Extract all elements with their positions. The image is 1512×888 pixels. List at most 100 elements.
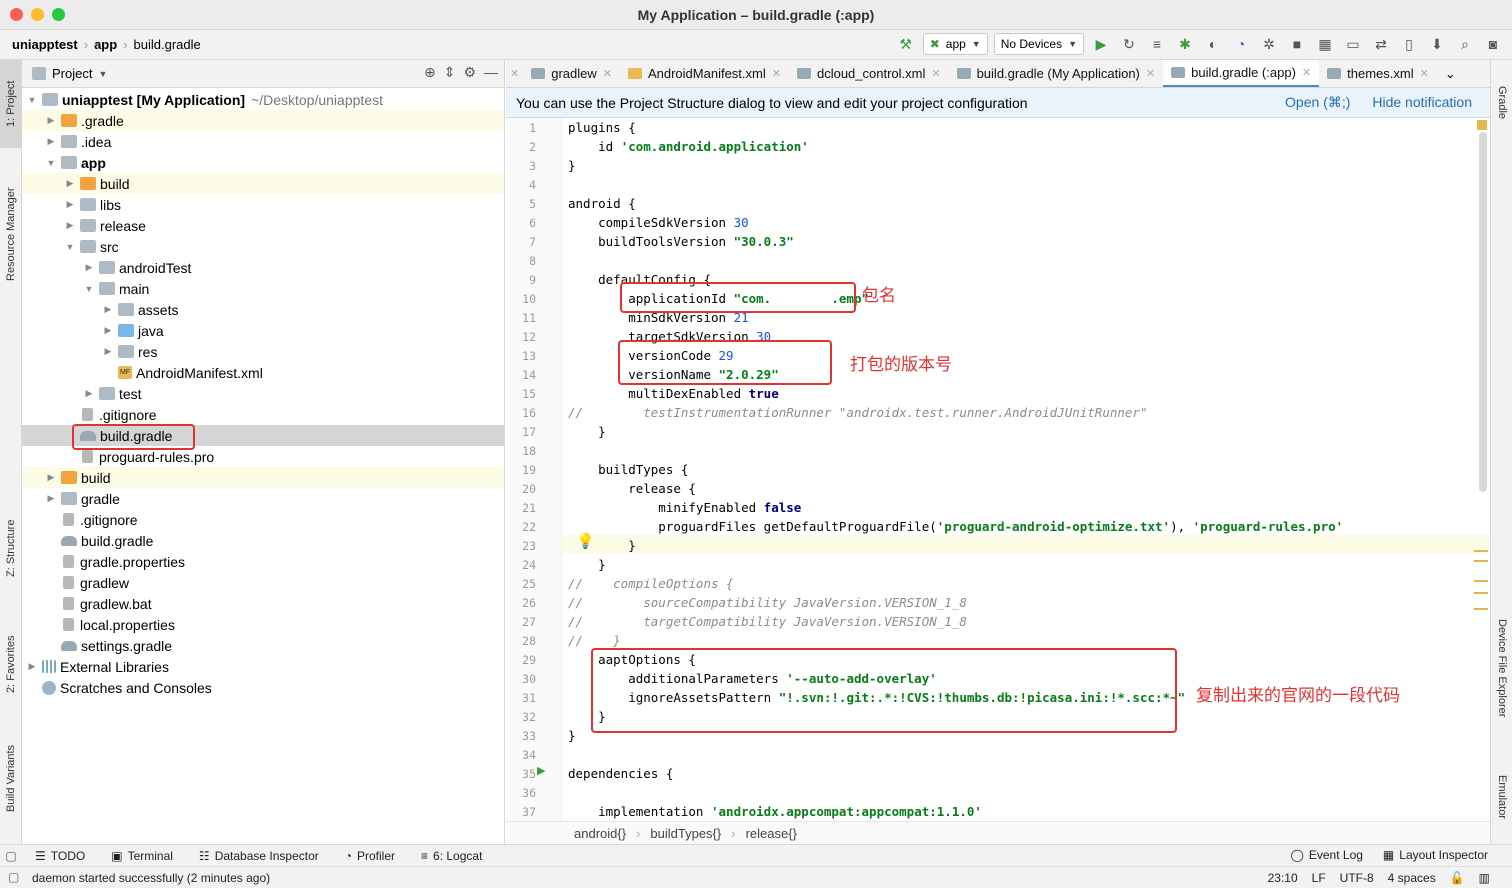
tree-item[interactable]: ▼ src bbox=[22, 236, 504, 257]
hammer-icon[interactable]: ⚒ bbox=[895, 33, 917, 55]
code-line[interactable]: buildTypes { bbox=[568, 460, 688, 479]
tab-todo[interactable]: ☰ TODO bbox=[22, 849, 98, 863]
tab-database-inspector[interactable]: ☷ Database Inspector bbox=[186, 849, 332, 863]
tree-item[interactable]: ▼ app bbox=[22, 152, 504, 173]
open-project-structure-link[interactable]: Open (⌘;) bbox=[1285, 94, 1350, 111]
warning-marker[interactable] bbox=[1474, 592, 1488, 594]
code-line[interactable]: // testInstrumentationRunner "androidx.t… bbox=[568, 403, 1147, 422]
chevron-down-icon[interactable]: ▼ bbox=[98, 69, 107, 79]
device-select[interactable]: No Devices ▼ bbox=[993, 33, 1084, 55]
tree-item[interactable]: local.properties bbox=[22, 614, 504, 635]
tree-item[interactable]: gradle.properties bbox=[22, 551, 504, 572]
tree-item[interactable]: build.gradle bbox=[22, 530, 504, 551]
collapse-all-icon[interactable]: ⇕ bbox=[444, 64, 456, 81]
tree-item[interactable]: MF AndroidManifest.xml bbox=[22, 362, 504, 383]
tree-item[interactable]: ▼ main bbox=[22, 278, 504, 299]
indent-setting[interactable]: 4 spaces bbox=[1388, 871, 1436, 885]
tree-item[interactable]: .gitignore bbox=[22, 404, 504, 425]
tree-item[interactable]: ▶ res bbox=[22, 341, 504, 362]
code-line[interactable]: buildToolsVersion "30.0.3" bbox=[568, 232, 794, 251]
code-line[interactable]: // compileOptions { bbox=[568, 574, 734, 593]
panel-toggle-icon[interactable]: ▢ bbox=[8, 870, 19, 884]
stop-icon[interactable]: ■ bbox=[1286, 33, 1308, 55]
close-tab-icon[interactable]: ✕ bbox=[931, 67, 940, 80]
apply-changes-icon[interactable]: ≡ bbox=[1146, 33, 1168, 55]
editor-tab[interactable]: AndroidManifest.xml ✕ bbox=[620, 60, 789, 87]
code-line[interactable]: // targetCompatibility JavaVersion.VERSI… bbox=[568, 612, 967, 631]
search-icon[interactable]: ⌕ bbox=[1454, 33, 1476, 55]
tab-project-tool[interactable]: 1: Project bbox=[0, 60, 22, 148]
project-view-select[interactable]: Project bbox=[52, 66, 92, 81]
tree-item[interactable]: ▶ assets bbox=[22, 299, 504, 320]
project-structure-icon[interactable]: ▦ bbox=[1314, 33, 1336, 55]
tree-item[interactable]: settings.gradle bbox=[22, 635, 504, 656]
warning-marker[interactable] bbox=[1474, 550, 1488, 552]
collapsed-arrow-icon[interactable]: ▶ bbox=[83, 262, 95, 273]
attach-debugger-icon[interactable]: ✲ bbox=[1258, 33, 1280, 55]
minimize-window-button[interactable] bbox=[31, 8, 44, 21]
close-tab-icon[interactable]: ✕ bbox=[1302, 66, 1311, 79]
tree-item[interactable]: ▶ test bbox=[22, 383, 504, 404]
memory-indicator-icon[interactable]: ▥ bbox=[1479, 871, 1490, 885]
line-separator[interactable]: LF bbox=[1312, 871, 1326, 885]
run-icon[interactable]: ▶ bbox=[1090, 33, 1112, 55]
expanded-arrow-icon[interactable]: ▼ bbox=[45, 158, 57, 168]
run-gutter-icon[interactable]: ▶ bbox=[537, 764, 545, 777]
sdk-manager-icon[interactable]: ⬇ bbox=[1426, 33, 1448, 55]
code-line[interactable]: release { bbox=[568, 479, 696, 498]
code-line[interactable]: } bbox=[568, 156, 576, 175]
toggle-tool-windows-icon[interactable]: ▢ bbox=[0, 849, 22, 863]
lock-icon[interactable]: 🔓 bbox=[1450, 871, 1465, 885]
tree-item[interactable]: ▶ java bbox=[22, 320, 504, 341]
tree-item[interactable]: ▶ .gradle bbox=[22, 110, 504, 131]
code-breadcrumb-buildtypes[interactable]: buildTypes{} bbox=[650, 826, 721, 841]
expanded-arrow-icon[interactable]: ▼ bbox=[64, 242, 76, 252]
tree-item[interactable]: ▶ build bbox=[22, 467, 504, 488]
code-line[interactable]: plugins { bbox=[568, 118, 636, 137]
run-config-select[interactable]: ✖ app ▼ bbox=[922, 33, 988, 55]
code-line[interactable]: multiDexEnabled true bbox=[568, 384, 779, 403]
collapsed-arrow-icon[interactable]: ▶ bbox=[64, 199, 76, 210]
warning-marker[interactable] bbox=[1474, 608, 1488, 610]
code-line[interactable]: // sourceCompatibility JavaVersion.VERSI… bbox=[568, 593, 967, 612]
coverage-icon[interactable]: ◐ bbox=[1202, 33, 1224, 55]
editor-tab[interactable]: gradlew ✕ bbox=[523, 60, 620, 87]
code-breadcrumb-android[interactable]: android{} bbox=[574, 826, 626, 841]
code-line[interactable]: implementation 'androidx.appcompat:appco… bbox=[568, 802, 982, 821]
tab-structure[interactable]: Z: Structure bbox=[0, 500, 22, 596]
tree-item[interactable]: ▶ External Libraries bbox=[22, 656, 504, 677]
collapsed-arrow-icon[interactable]: ▶ bbox=[102, 346, 114, 357]
tree-item[interactable]: ▶ libs bbox=[22, 194, 504, 215]
tab-terminal[interactable]: ▣ Terminal bbox=[98, 849, 186, 863]
rerun-icon[interactable]: ↻ bbox=[1118, 33, 1140, 55]
close-tab-icon[interactable]: ✕ bbox=[506, 60, 523, 87]
tab-build-variants[interactable]: Build Variants bbox=[0, 728, 22, 828]
inspection-status-icon[interactable] bbox=[1477, 120, 1487, 130]
expanded-arrow-icon[interactable]: ▼ bbox=[26, 95, 38, 105]
warning-marker[interactable] bbox=[1474, 560, 1488, 562]
chevron-down-icon[interactable]: ⌄ bbox=[1437, 60, 1464, 87]
collapsed-arrow-icon[interactable]: ▶ bbox=[45, 136, 57, 147]
tab-device-file-explorer[interactable]: Device File Explorer bbox=[1491, 598, 1512, 738]
collapsed-arrow-icon[interactable]: ▶ bbox=[45, 493, 57, 504]
close-tab-icon[interactable]: ✕ bbox=[603, 67, 612, 80]
tab-favorites[interactable]: 2: Favorites bbox=[0, 616, 22, 712]
collapsed-arrow-icon[interactable]: ▶ bbox=[64, 220, 76, 231]
device-manager-icon[interactable]: ▭ bbox=[1342, 33, 1364, 55]
code-line[interactable]: android { bbox=[568, 194, 636, 213]
tab-event-log[interactable]: ◯ Event Log bbox=[1290, 848, 1362, 862]
tab-profiler[interactable]: ◔ Profiler bbox=[332, 849, 408, 863]
hide-panel-icon[interactable]: — bbox=[484, 64, 498, 81]
tree-item[interactable]: Scratches and Consoles bbox=[22, 677, 504, 698]
avd-manager-icon[interactable]: ▯ bbox=[1398, 33, 1420, 55]
collapsed-arrow-icon[interactable]: ▶ bbox=[64, 178, 76, 189]
tree-item[interactable]: ▶ gradle bbox=[22, 488, 504, 509]
tree-item[interactable]: gradlew bbox=[22, 572, 504, 593]
collapsed-arrow-icon[interactable]: ▶ bbox=[26, 661, 38, 672]
warning-marker[interactable] bbox=[1474, 580, 1488, 582]
code-line[interactable]: dependencies { bbox=[568, 764, 673, 783]
tree-item[interactable]: ▶ androidTest bbox=[22, 257, 504, 278]
code-line[interactable]: compileSdkVersion 30 bbox=[568, 213, 749, 232]
hide-notification-link[interactable]: Hide notification bbox=[1372, 94, 1472, 111]
profile-icon[interactable]: ◔ bbox=[1230, 33, 1252, 55]
